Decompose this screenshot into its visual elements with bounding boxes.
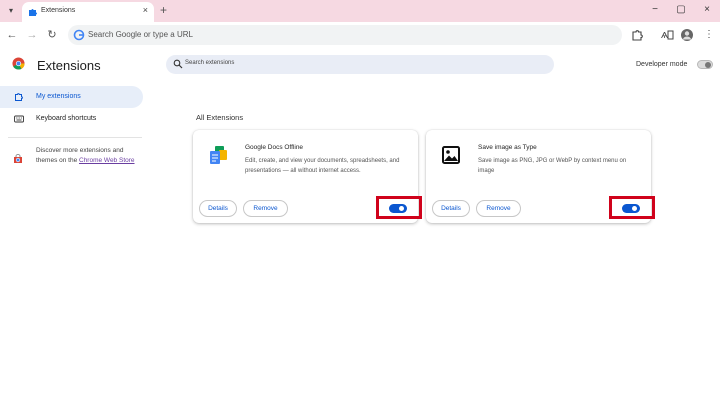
forward-icon[interactable]: →: [26, 28, 38, 42]
menu-kebab-icon[interactable]: ⋮: [702, 28, 716, 42]
web-store-promo: Discover more extensions and themes on t…: [36, 146, 141, 166]
details-button[interactable]: Details: [432, 200, 470, 217]
sidebar-item-my-extensions[interactable]: My extensions: [0, 86, 143, 108]
back-icon[interactable]: ←: [6, 28, 18, 42]
tab-strip: ▾ Extensions × + − ▢ ×: [0, 0, 720, 22]
puzzle-icon: [29, 9, 37, 16]
svg-text:Ѧ: Ѧ: [661, 31, 668, 40]
sidebar-divider: [8, 137, 142, 138]
window-close-icon[interactable]: ×: [700, 4, 714, 15]
page-title: Extensions: [37, 58, 101, 73]
extension-description: Edit, create, and view your documents, s…: [245, 158, 400, 174]
maximize-icon[interactable]: ▢: [674, 4, 688, 15]
tab-extensions[interactable]: Extensions ×: [22, 2, 154, 22]
reload-icon[interactable]: ↻: [46, 28, 58, 42]
omnibox-placeholder: Search Google or type a URL: [88, 30, 193, 39]
tab-close-icon[interactable]: ×: [143, 5, 148, 15]
toolbar: ← → ↻ Search Google or type a URL Ѧ ⋮: [0, 22, 720, 48]
toggle-knob: [705, 62, 711, 68]
chrome-logo-icon: [12, 57, 25, 70]
keyboard-icon: [14, 115, 24, 123]
google-docs-offline-icon: [210, 146, 227, 164]
extension-name: Save image as Type: [478, 144, 537, 151]
search-placeholder: Search extensions: [185, 60, 235, 66]
highlight-box: [609, 196, 655, 219]
extension-card-google-docs-offline: Google Docs Offline Edit, create, and vi…: [193, 130, 422, 223]
google-icon: [73, 29, 85, 41]
sidebar-item-label: My extensions: [36, 93, 81, 100]
extension-card-save-image-as-type: Save image as Type Save image as PNG, JP…: [426, 130, 655, 223]
extensions-search-input[interactable]: Search extensions: [166, 55, 554, 74]
tab-search-button[interactable]: ▾: [4, 5, 18, 17]
sidebar-item-label: Keyboard shortcuts: [36, 115, 97, 122]
highlight-box: [376, 196, 422, 219]
puzzle-outline-icon: [15, 93, 23, 101]
profile-avatar-icon[interactable]: [680, 28, 694, 42]
remove-button[interactable]: Remove: [476, 200, 521, 217]
image-icon: [442, 146, 460, 164]
extension-enable-toggle[interactable]: [622, 204, 640, 213]
translate-icon[interactable]: Ѧ: [660, 28, 674, 42]
web-store-icon: [14, 154, 22, 163]
search-icon: [173, 59, 183, 69]
extension-name: Google Docs Offline: [245, 144, 304, 151]
remove-button[interactable]: Remove: [243, 200, 288, 217]
minimize-icon[interactable]: −: [648, 4, 662, 15]
toggle-knob: [399, 206, 404, 211]
extension-description: Save image as PNG, JPG or WebP by contex…: [478, 158, 627, 174]
web-store-link[interactable]: Chrome Web Store: [79, 157, 135, 164]
tab-title: Extensions: [41, 7, 76, 14]
omnibox[interactable]: Search Google or type a URL: [68, 25, 622, 45]
extension-enable-toggle[interactable]: [389, 204, 407, 213]
section-title: All Extensions: [196, 113, 244, 122]
sidebar-item-keyboard-shortcuts[interactable]: Keyboard shortcuts: [0, 108, 143, 130]
new-tab-button[interactable]: +: [160, 3, 167, 17]
details-button[interactable]: Details: [199, 200, 237, 217]
extensions-puzzle-icon[interactable]: [630, 28, 644, 42]
developer-mode-toggle[interactable]: [697, 60, 713, 69]
toggle-knob: [632, 206, 637, 211]
developer-mode-label: Developer mode: [636, 61, 688, 68]
